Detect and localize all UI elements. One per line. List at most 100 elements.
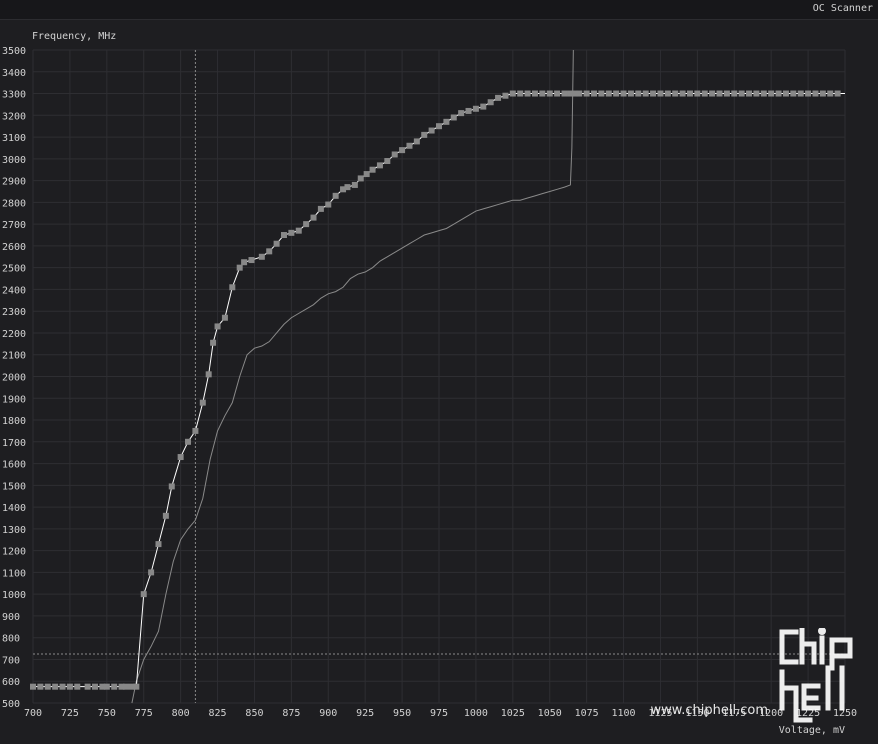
chart-grid — [32, 49, 846, 704]
y-tick-label: 500 — [2, 699, 20, 710]
vf-curve-point — [782, 90, 789, 97]
y-tick-label: 700 — [2, 655, 20, 666]
vf-curve-point — [746, 90, 753, 97]
vf-curve-point — [248, 257, 255, 264]
x-tick-label: 850 — [245, 708, 263, 719]
vf-curve-point — [576, 90, 583, 97]
vf-curve-point — [650, 90, 657, 97]
y-tick-label: 1800 — [2, 416, 26, 427]
vf-curve-point — [266, 248, 273, 255]
vf-curve-point — [140, 591, 147, 598]
vf-curve-point — [679, 90, 686, 97]
y-tick-label: 1400 — [2, 503, 26, 514]
watermark-url: www.chiphell.com — [650, 703, 768, 718]
vf-curve-point — [399, 147, 406, 154]
vf-curve-point — [199, 399, 206, 406]
y-tick-label: 1500 — [2, 481, 26, 492]
vf-curve-point — [37, 683, 44, 690]
vf-curve-point — [768, 90, 775, 97]
x-tick-label: 975 — [430, 708, 448, 719]
x-tick-label: 775 — [135, 708, 153, 719]
x-tick-label: 1050 — [538, 708, 562, 719]
x-tick-label: 725 — [61, 708, 79, 719]
y-tick-label: 3400 — [2, 68, 26, 79]
vf-curve-point — [421, 131, 428, 138]
vf-curve-point — [192, 427, 199, 434]
vf-curve-point — [74, 683, 81, 690]
x-tick-label: 800 — [172, 708, 190, 719]
vf-curve-point — [790, 90, 797, 97]
x-tick-label: 1075 — [575, 708, 599, 719]
vf-curve-point — [241, 259, 248, 266]
vf-curve-point — [509, 90, 516, 97]
vf-curve-point — [805, 90, 812, 97]
y-tick-label: 1200 — [2, 547, 26, 558]
vf-curve-point — [369, 166, 376, 173]
vf-curve-point — [812, 90, 819, 97]
vf-curve-point — [472, 105, 479, 112]
vf-curve-point — [738, 90, 745, 97]
vf-curve-point — [351, 181, 358, 188]
vf-curve-point — [391, 151, 398, 158]
vf-curve-point — [376, 162, 383, 169]
vf-curve-point — [258, 253, 265, 260]
vf-curve-point — [332, 192, 339, 199]
y-tick-label: 800 — [2, 634, 20, 645]
y-tick-label: 2200 — [2, 329, 26, 340]
vf-curve-point — [428, 127, 435, 134]
vf-curve-point — [465, 107, 472, 114]
y-tick-label: 2800 — [2, 198, 26, 209]
vf-curve-point — [317, 205, 324, 212]
vf-curve-point — [591, 90, 598, 97]
vf-curve-point — [44, 683, 51, 690]
vf-curve-point — [664, 90, 671, 97]
vf-curve-point — [325, 201, 332, 208]
y-tick-label: 2100 — [2, 351, 26, 362]
vf-curve-point — [162, 512, 169, 519]
vf-curve-point — [554, 90, 561, 97]
y-tick-label: 1600 — [2, 460, 26, 471]
vf-curve-point — [753, 90, 760, 97]
vf-curve-point — [458, 110, 465, 117]
vf-curve-point — [84, 683, 91, 690]
vf-curve-point — [797, 90, 804, 97]
vf-curve-point — [694, 90, 701, 97]
x-tick-label: 700 — [24, 708, 42, 719]
vf-curve-point — [642, 90, 649, 97]
vf-curve-point — [185, 438, 192, 445]
vf-curve-point — [443, 118, 450, 125]
vf-curve-point — [214, 323, 221, 330]
x-tick-label: 1000 — [464, 708, 488, 719]
vf-curve-point — [168, 483, 175, 490]
vf-curve-point — [561, 90, 568, 97]
y-tick-label: 600 — [2, 677, 20, 688]
y-tick-label: 1900 — [2, 394, 26, 405]
vf-curve-point — [92, 683, 99, 690]
vf-curve-point — [827, 90, 834, 97]
vf-curve-point — [280, 232, 287, 239]
y-tick-label: 1300 — [2, 525, 26, 536]
y-tick-label: 3300 — [2, 90, 26, 101]
vf-curve-point — [210, 339, 217, 346]
vf-curve-point — [205, 371, 212, 378]
y-tick-label: 2700 — [2, 220, 26, 231]
vf-curve-point — [627, 90, 634, 97]
vf-curve-point — [148, 569, 155, 576]
y-tick-label: 1100 — [2, 568, 26, 579]
y-tick-label: 1700 — [2, 438, 26, 449]
vf-curve-point — [709, 90, 716, 97]
vf-curve-point — [716, 90, 723, 97]
vf-curve-point — [357, 175, 364, 182]
y-tick-label: 2000 — [2, 373, 26, 384]
vf-curve-point — [834, 90, 841, 97]
vf-curve-point — [155, 541, 162, 548]
vf-curve-point — [635, 90, 642, 97]
vf-curve-point — [539, 90, 546, 97]
y-axis-ticks: 500 600 700 800 900 1000 1100 1200 1300 1400 1500 1… — [2, 46, 26, 710]
y-tick-label: 2500 — [2, 264, 26, 275]
vf-curve-chart[interactable]: 700 725 750 775 800 825 850 875 900 925 950 975 1000… — [0, 0, 878, 744]
vf-curve-point — [731, 90, 738, 97]
vf-curve-point — [52, 683, 59, 690]
y-tick-label: 900 — [2, 612, 20, 623]
x-tick-label: 1100 — [611, 708, 635, 719]
